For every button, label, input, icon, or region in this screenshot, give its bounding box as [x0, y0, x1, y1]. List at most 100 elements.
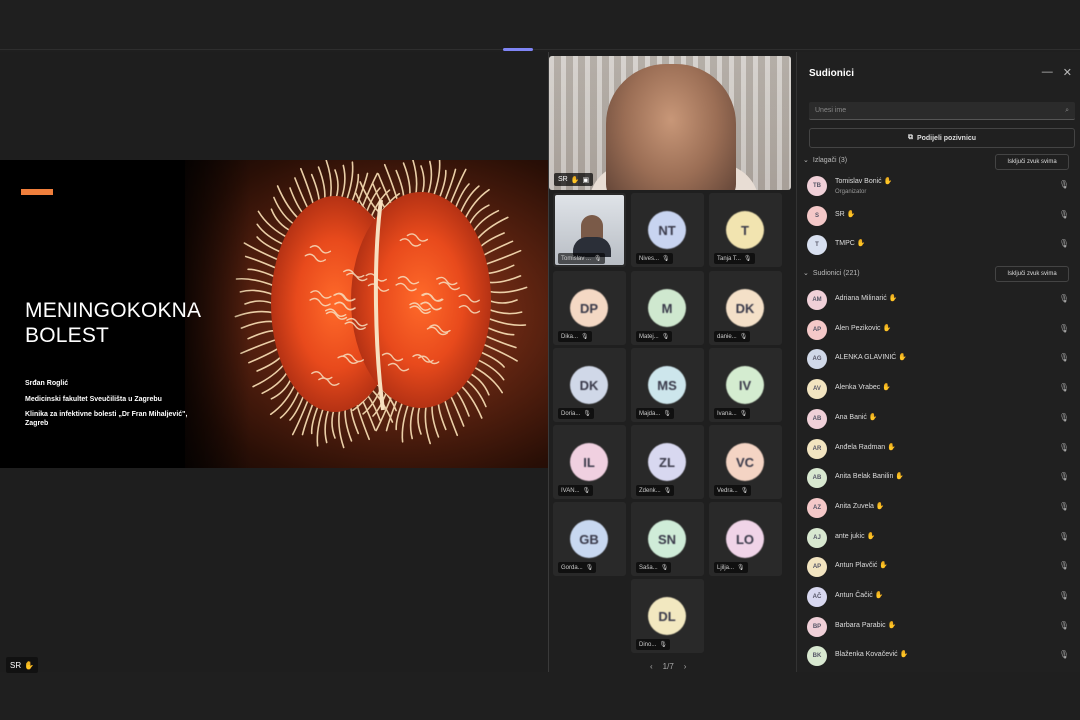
mic-off-icon[interactable]: 🎙: [1059, 443, 1069, 452]
participant-tile-name: Ivana... 🎙: [714, 408, 751, 419]
pager-next-button[interactable]: ›: [684, 662, 687, 671]
participant-row[interactable]: AB Anita Belak Banilin ✋ 🎙: [807, 466, 1075, 492]
pilus-strand: [247, 268, 278, 279]
participant-row[interactable]: AJ ante jukic ✋ 🎙: [807, 526, 1075, 552]
participant-tile-name: Matej... 🎙: [636, 331, 673, 342]
participant-tile[interactable]: IL IVAN... 🎙: [553, 425, 626, 499]
pilus-strand: [480, 240, 514, 258]
participant-row[interactable]: AP Alen Pezikovic ✋ 🎙: [807, 318, 1075, 344]
share-icon: ⧉: [907, 134, 913, 141]
mic-off-icon[interactable]: 🎙: [1059, 180, 1069, 189]
attendees-section-header[interactable]: ⌄ Sudionici (221): [803, 269, 860, 278]
pilus-strand: [486, 299, 518, 304]
participant-tile[interactable]: ZL Zdenk... 🎙: [631, 425, 704, 499]
participant-tile[interactable]: MS Majda... 🎙: [631, 348, 704, 422]
participant-row[interactable]: AČ Antun Čačić ✋ 🎙: [807, 585, 1075, 611]
avatar: AG: [807, 349, 827, 370]
participant-tile-name: IVAN... 🎙: [558, 485, 594, 496]
participant-row[interactable]: S SR ✋ 🎙: [807, 204, 1075, 230]
pager-prev-button[interactable]: ‹: [650, 662, 653, 671]
mic-off-icon[interactable]: 🎙: [1059, 561, 1069, 570]
close-icon[interactable]: ✕: [1063, 66, 1072, 79]
avatar: BP: [807, 616, 827, 637]
participant-row[interactable]: AP Antun Plavčić ✋ 🎙: [807, 555, 1075, 581]
participant-tile[interactable]: IV Ivana... 🎙: [709, 348, 782, 422]
main-video-tile[interactable]: SR ✋ ▣: [549, 56, 791, 190]
slide-accent-bar: [21, 189, 53, 195]
avatar: S: [807, 205, 827, 226]
participant-tile[interactable]: Tomislav ... 🎙: [553, 193, 626, 267]
participant-row[interactable]: AB Ana Banić ✋ 🎙: [807, 407, 1075, 433]
slide-title-line1: MENINGOKOKNA: [25, 299, 202, 322]
mic-off-icon: 🎙: [594, 256, 602, 262]
participant-tile-name: Doria... 🎙: [558, 408, 594, 419]
mic-off-icon[interactable]: 🎙: [1059, 472, 1069, 481]
mic-off-icon[interactable]: 🎙: [1059, 413, 1069, 422]
participant-tile-name: Majda... 🎙: [636, 408, 674, 419]
participant-tile-name: Tanja T... 🎙: [714, 253, 755, 264]
avatar: BK: [807, 646, 827, 667]
mic-off-icon[interactable]: 🎙: [1059, 383, 1069, 392]
mic-off-icon: 🎙: [737, 565, 745, 571]
participant-tile[interactable]: M Matej... 🎙: [631, 271, 704, 345]
participant-row[interactable]: AG ALENKA GLAVINIĆ ✋ 🎙: [807, 347, 1075, 373]
mic-off-icon[interactable]: 🎙: [1059, 591, 1069, 600]
mic-off-icon[interactable]: 🎙: [1059, 210, 1069, 219]
participant-name: Saša...: [639, 564, 658, 571]
participant-name: SR ✋: [835, 210, 855, 218]
participant-tile[interactable]: DP Dika... 🎙: [553, 271, 626, 345]
participant-row[interactable]: BK Blaženka Kovačević ✋ 🎙: [807, 644, 1075, 670]
participant-row[interactable]: TB Tomislav Bonić ✋ Organizator 🎙: [807, 174, 1075, 200]
mic-off-icon[interactable]: 🎙: [1059, 353, 1069, 362]
participant-row[interactable]: BP Barbara Parabic ✋ 🎙: [807, 615, 1075, 641]
participant-tile[interactable]: LO Ljilja... 🎙: [709, 502, 782, 576]
avatar: DP: [570, 289, 608, 327]
participant-row[interactable]: AZ Anita Zuvela ✋ 🎙: [807, 496, 1075, 522]
mic-off-icon[interactable]: 🎙: [1059, 294, 1069, 303]
participant-name: Antun Plavčić ✋: [835, 561, 888, 569]
avatar: AČ: [807, 587, 827, 607]
mic-off-icon[interactable]: 🎙: [1059, 621, 1069, 630]
mute-all-attendees-button[interactable]: Isključi zvuk svima: [995, 266, 1069, 282]
hand-icon: ✋: [896, 354, 908, 362]
participant-name: Alenka Vrabec ✋: [835, 383, 891, 391]
avatar: M: [648, 289, 686, 327]
chevron-down-icon: ⌄: [803, 157, 809, 164]
participant-tile[interactable]: GB Gorda... 🎙: [553, 502, 626, 576]
participant-tile[interactable]: DL Dino... 🎙: [631, 579, 704, 653]
participant-tile[interactable]: DK danie... 🎙: [709, 271, 782, 345]
participant-tile-name: Dino... 🎙: [636, 639, 670, 650]
share-invite-button[interactable]: ⧉ Podijeli pozivnicu: [809, 128, 1075, 148]
mute-all-presenters-button[interactable]: Isključi zvuk svima: [995, 154, 1069, 170]
presenters-section-header[interactable]: ⌄ Izlagači (3): [803, 156, 847, 165]
mic-off-icon: 🎙: [661, 334, 670, 340]
mic-off-icon[interactable]: 🎙: [1059, 239, 1069, 248]
pilus-strand: [252, 362, 286, 388]
mic-off-icon[interactable]: 🎙: [1059, 502, 1069, 511]
participant-name: Adriana Milinarić ✋: [835, 294, 897, 302]
participant-tile[interactable]: DK Doria... 🎙: [553, 348, 626, 422]
mic-off-icon[interactable]: 🎙: [1059, 650, 1069, 659]
minimize-icon[interactable]: —: [1042, 66, 1053, 79]
mic-off-icon[interactable]: 🎙: [1059, 324, 1069, 333]
participant-name: Matej...: [639, 333, 659, 340]
participant-name-text: Anita Belak Banilin: [835, 473, 894, 481]
participant-row[interactable]: AM Adriana Milinarić ✋ 🎙: [807, 288, 1075, 314]
participant-tile[interactable]: VC Vedra... 🎙: [709, 425, 782, 499]
pilus-strand: [471, 365, 503, 394]
slide-title: MENINGOKOKNA BOLEST: [25, 298, 225, 348]
participant-tile[interactable]: NT Nives... 🎙: [631, 193, 704, 267]
participant-tile-name: Saša... 🎙: [636, 562, 672, 573]
participant-name-text: Antun Čačić: [835, 592, 873, 599]
pilus-strand: [477, 350, 505, 368]
participant-row[interactable]: T TMPC ✋ 🎙: [807, 233, 1075, 259]
mic-off-icon[interactable]: 🎙: [1059, 532, 1069, 541]
participant-search-input[interactable]: Unesi ime ⌕: [809, 102, 1075, 120]
mic-off-icon: 🎙: [585, 565, 594, 571]
participant-tile[interactable]: SN Saša... 🎙: [631, 502, 704, 576]
participant-row[interactable]: AV Alenka Vrabec ✋ 🎙: [807, 377, 1075, 403]
participant-name: TMPC ✋: [835, 239, 866, 247]
avatar: AB: [807, 408, 827, 429]
participant-row[interactable]: AR Anđela Radman ✋ 🎙: [807, 437, 1075, 463]
participant-tile[interactable]: T Tanja T... 🎙: [709, 193, 782, 267]
